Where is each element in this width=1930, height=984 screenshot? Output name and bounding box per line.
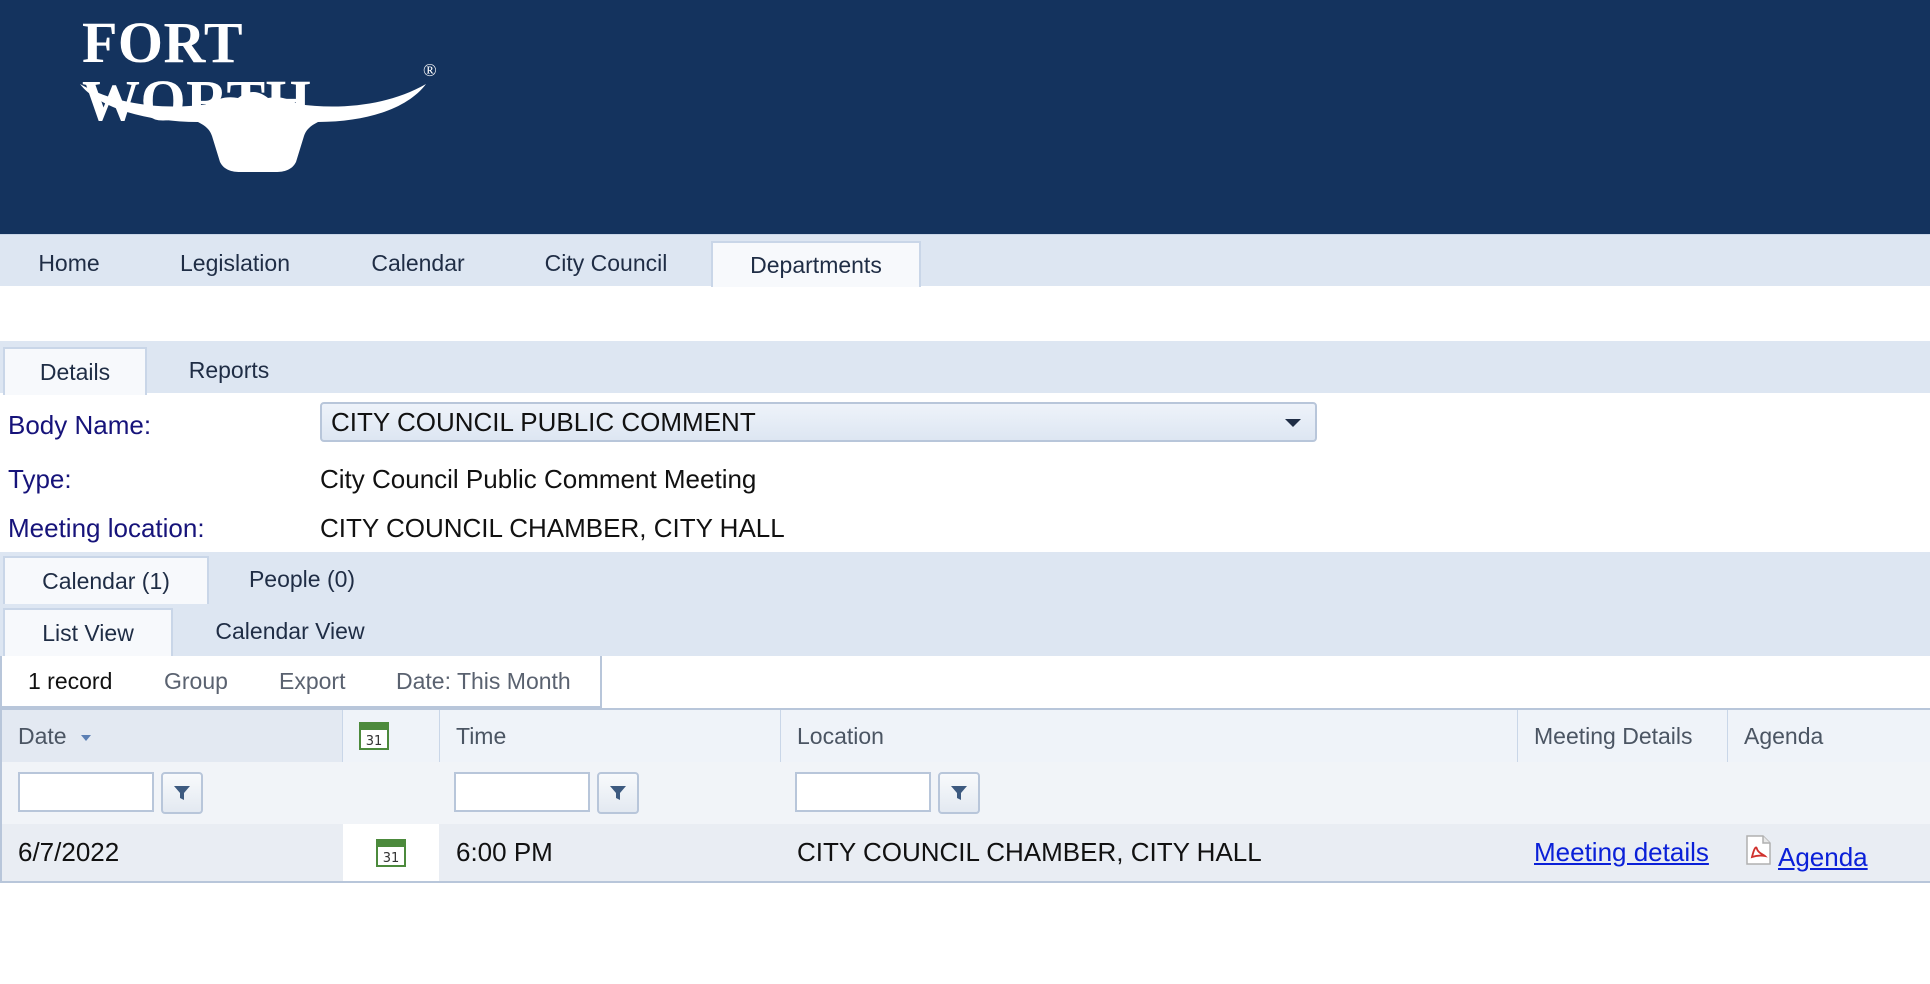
tab-calendar-view[interactable]: Calendar View	[180, 608, 400, 654]
time-filter-input[interactable]	[454, 772, 590, 812]
column-header-calendar: 31	[343, 710, 439, 762]
row-date: 6/7/2022	[18, 837, 120, 867]
tab-list-view[interactable]: List View	[3, 608, 173, 656]
filter-icon	[951, 786, 967, 800]
meeting-location-value: CITY COUNCIL CHAMBER, CITY HALL	[320, 513, 785, 543]
row-time: 6:00 PM	[456, 837, 553, 867]
row-agenda: Agenda	[1744, 824, 1868, 881]
column-header-meeting-details: Meeting Details	[1534, 722, 1693, 749]
date-filter-button[interactable]	[161, 772, 203, 814]
nav-tab-calendar[interactable]: Calendar	[350, 241, 486, 285]
filter-icon	[174, 786, 190, 800]
record-count: 1 record	[28, 668, 113, 694]
location-filter-input[interactable]	[795, 772, 931, 812]
column-header-location[interactable]: Location	[781, 710, 1517, 762]
row-calendar-cell: 31	[343, 824, 439, 881]
longhorn-icon	[80, 84, 426, 172]
grid-toolbar: 1 record Group Export Date: This Month	[0, 656, 602, 708]
date-filter-button[interactable]: Date: This Month	[396, 668, 571, 695]
type-label: Type:	[8, 464, 72, 494]
tab-calendar-count[interactable]: Calendar (1)	[3, 556, 209, 604]
sort-desc-icon	[80, 735, 91, 741]
body-name-label: Body Name:	[8, 410, 152, 440]
detail-tabs: Details Reports	[0, 341, 1930, 395]
meeting-details-link[interactable]: Meeting details	[1534, 824, 1709, 881]
nav-tab-city-council[interactable]: City Council	[526, 241, 686, 285]
date-filter-input[interactable]	[18, 772, 154, 812]
date-header-label: Date	[18, 722, 67, 749]
dropdown-caret-icon	[1285, 419, 1301, 427]
filter-icon	[610, 786, 626, 800]
type-value: City Council Public Comment Meeting	[320, 464, 757, 494]
body-name-select[interactable]: CITY COUNCIL PUBLIC COMMENT	[320, 402, 1317, 442]
logo-registered-mark: ®	[423, 60, 437, 80]
meetings-grid: Date 31 Time Location Meeting Details Ag…	[0, 708, 1930, 883]
calendar-section-band: Calendar (1) People (0) List View Calend…	[0, 552, 1930, 656]
location-filter-button[interactable]	[938, 772, 980, 814]
nav-tab-legislation[interactable]: Legislation	[160, 241, 310, 285]
time-filter-button[interactable]	[597, 772, 639, 814]
grid-header-row: Date 31 Time Location Meeting Details Ag…	[2, 710, 1930, 763]
svg-text:31: 31	[366, 734, 383, 749]
table-row: 6/7/2022 31 6:00 PM CITY COUNCIL CHAMBER…	[2, 824, 1930, 881]
nav-tab-departments[interactable]: Departments	[711, 241, 921, 287]
tab-details[interactable]: Details	[3, 347, 147, 395]
tab-reports[interactable]: Reports	[160, 347, 298, 393]
pdf-icon	[1746, 834, 1771, 865]
main-nav: Home Legislation Calendar City Council D…	[0, 234, 1930, 287]
export-button[interactable]: Export	[279, 668, 345, 695]
row-location: CITY COUNCIL CHAMBER, CITY HALL	[797, 837, 1262, 867]
column-header-date[interactable]: Date	[2, 710, 342, 762]
column-header-time[interactable]: Time	[440, 710, 780, 762]
site-header: FORT WORTH ®	[0, 0, 1930, 234]
body-name-value: CITY COUNCIL PUBLIC COMMENT	[331, 406, 756, 437]
tab-people-count[interactable]: People (0)	[212, 556, 392, 602]
svg-text:31: 31	[383, 851, 400, 866]
add-to-calendar-icon[interactable]: 31	[376, 838, 406, 867]
group-button[interactable]: Group	[164, 668, 228, 695]
calendar-icon: 31	[359, 722, 389, 750]
meeting-location-label: Meeting location:	[8, 513, 205, 543]
filter-row	[2, 762, 1930, 824]
nav-tab-home[interactable]: Home	[14, 241, 124, 285]
column-header-agenda: Agenda	[1744, 722, 1824, 749]
fort-worth-logo[interactable]: FORT WORTH ®	[78, 10, 448, 172]
agenda-link[interactable]: Agenda	[1778, 842, 1868, 873]
